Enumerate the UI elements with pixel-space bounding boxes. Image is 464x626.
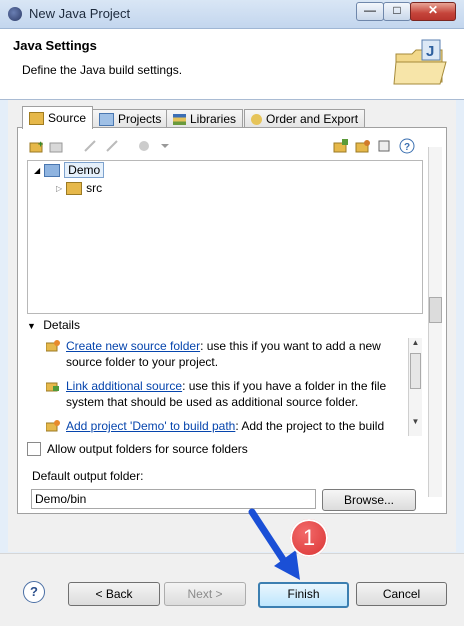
libraries-icon	[173, 114, 186, 125]
panel-scroll-thumb[interactable]	[429, 297, 442, 323]
edit-entry-icon	[83, 138, 99, 154]
close-button[interactable]: ✕	[410, 2, 456, 21]
link-source-folder-icon	[46, 382, 59, 392]
step-number-badge: 1	[290, 519, 328, 557]
java-project-icon	[44, 163, 61, 177]
details-panel: Create new source folder: use this if yo…	[44, 338, 407, 436]
details-title: Details	[43, 318, 80, 332]
add-folder-icon[interactable]: +	[29, 138, 45, 154]
details-item-link: Link additional source: use this if you …	[44, 378, 407, 410]
eclipse-icon	[8, 7, 22, 21]
package-folder-icon	[66, 181, 83, 195]
link-folder-icon[interactable]	[49, 138, 65, 154]
tree-row-src[interactable]: ▷ src	[28, 179, 422, 197]
expanded-triangle-icon[interactable]: ◢	[34, 166, 40, 175]
order-export-icon	[251, 114, 262, 125]
source-folder-icon	[29, 111, 44, 125]
browse-button[interactable]: Browse...	[322, 489, 416, 511]
scroll-down-icon[interactable]: ▼	[409, 417, 422, 426]
source-tree: ◢ Demo ▷ src	[27, 160, 423, 314]
new-source-folder-icon[interactable]	[333, 138, 349, 154]
allow-output-folders-option[interactable]: Allow output folders for source folders	[27, 442, 248, 456]
minimize-button[interactable]: —	[356, 2, 384, 21]
allow-output-folders-checkbox[interactable]	[27, 442, 41, 456]
cancel-button[interactable]: Cancel	[356, 582, 447, 606]
details-scroll-thumb[interactable]	[410, 353, 421, 389]
maximize-button[interactable]: □	[383, 2, 411, 21]
help-icon[interactable]: ?	[399, 138, 415, 154]
add-project-icon	[46, 420, 60, 432]
scroll-up-icon[interactable]: ▲	[409, 338, 422, 347]
details-scrollbar[interactable]: ▲ ▼	[408, 338, 422, 436]
details-item-add-project: Add project 'Demo' to build path: Add th…	[44, 418, 407, 436]
allow-output-folders-label: Allow output folders for source folders	[47, 442, 248, 456]
tree-src-label: src	[86, 181, 103, 195]
tree-project-label: Demo	[64, 162, 105, 178]
details-header[interactable]: ▼ Details	[27, 318, 80, 332]
help-button[interactable]: ?	[23, 581, 45, 603]
svg-text:J: J	[426, 43, 434, 60]
tree-row-project[interactable]: ◢ Demo	[28, 161, 422, 179]
details-item-create: Create new source folder: use this if yo…	[44, 338, 407, 370]
tab-source[interactable]: Source	[22, 106, 94, 129]
back-button[interactable]: < Back	[68, 582, 160, 606]
panel-scrollbar[interactable]	[428, 147, 442, 497]
link-source-icon[interactable]	[355, 138, 371, 154]
source-toolbar: + ?	[27, 138, 422, 159]
svg-text:+: +	[38, 139, 43, 149]
default-output-folder-label: Default output folder:	[32, 469, 144, 483]
java-folder-banner-icon: J	[393, 39, 447, 85]
details-expand-icon[interactable]: ▼	[27, 321, 36, 331]
page-subtitle: Define the Java build settings.	[22, 63, 183, 77]
svg-text:?: ?	[404, 142, 410, 153]
tab-projects[interactable]: Projects	[92, 109, 169, 129]
finish-button[interactable]: Finish	[258, 582, 349, 608]
project-folder-icon	[99, 113, 114, 126]
window-title: New Java Project	[29, 6, 131, 21]
configure-icon	[137, 138, 153, 154]
link-additional-source-link[interactable]: Link additional source	[66, 379, 182, 393]
tab-source-label: Source	[48, 111, 87, 125]
add-project-link[interactable]: Add project 'Demo' to build path	[66, 419, 235, 433]
new-folder-icon	[46, 340, 60, 352]
create-source-folder-link[interactable]: Create new source folder	[66, 339, 200, 353]
collapse-icon[interactable]	[377, 138, 393, 154]
chevron-down-icon	[157, 138, 173, 154]
next-button: Next >	[164, 582, 246, 606]
tab-order-export[interactable]: Order and Export	[244, 109, 366, 129]
remove-entry-icon	[105, 138, 121, 154]
collapsed-triangle-icon[interactable]: ▷	[56, 184, 62, 193]
tab-libraries[interactable]: Libraries	[166, 109, 244, 129]
default-output-folder-input[interactable]	[31, 489, 316, 509]
page-title: Java Settings	[13, 38, 97, 53]
